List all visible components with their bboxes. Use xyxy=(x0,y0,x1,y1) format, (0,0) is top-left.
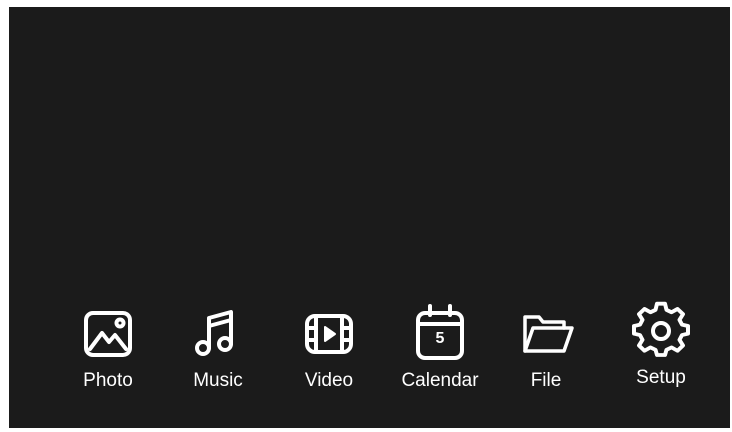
menu-item-setup[interactable]: Setup xyxy=(606,301,716,389)
menu-item-video[interactable]: Video xyxy=(274,304,384,392)
menu-item-calendar-label: Calendar xyxy=(401,370,479,391)
calendar-day-number: 5 xyxy=(435,330,445,347)
menu-item-music[interactable]: Music xyxy=(163,304,273,392)
music-note-icon xyxy=(188,304,248,364)
gear-icon xyxy=(631,301,691,361)
menu-item-file[interactable]: File xyxy=(491,304,601,392)
main-screen: Photo Music Video 5 Calendar File Setup xyxy=(9,7,730,428)
menu-item-video-label: Video xyxy=(304,370,354,391)
folder-icon xyxy=(516,304,576,364)
menu-item-photo-label: Photo xyxy=(83,370,133,391)
menu-item-calendar[interactable]: 5 Calendar xyxy=(385,304,495,392)
video-film-icon xyxy=(299,304,359,364)
menu-item-file-label: File xyxy=(530,370,562,391)
photo-icon xyxy=(78,304,138,364)
calendar-icon: 5 xyxy=(410,304,470,364)
menu-item-setup-label: Setup xyxy=(636,367,686,388)
menu-item-music-label: Music xyxy=(193,370,243,391)
menu-item-photo[interactable]: Photo xyxy=(53,304,163,392)
